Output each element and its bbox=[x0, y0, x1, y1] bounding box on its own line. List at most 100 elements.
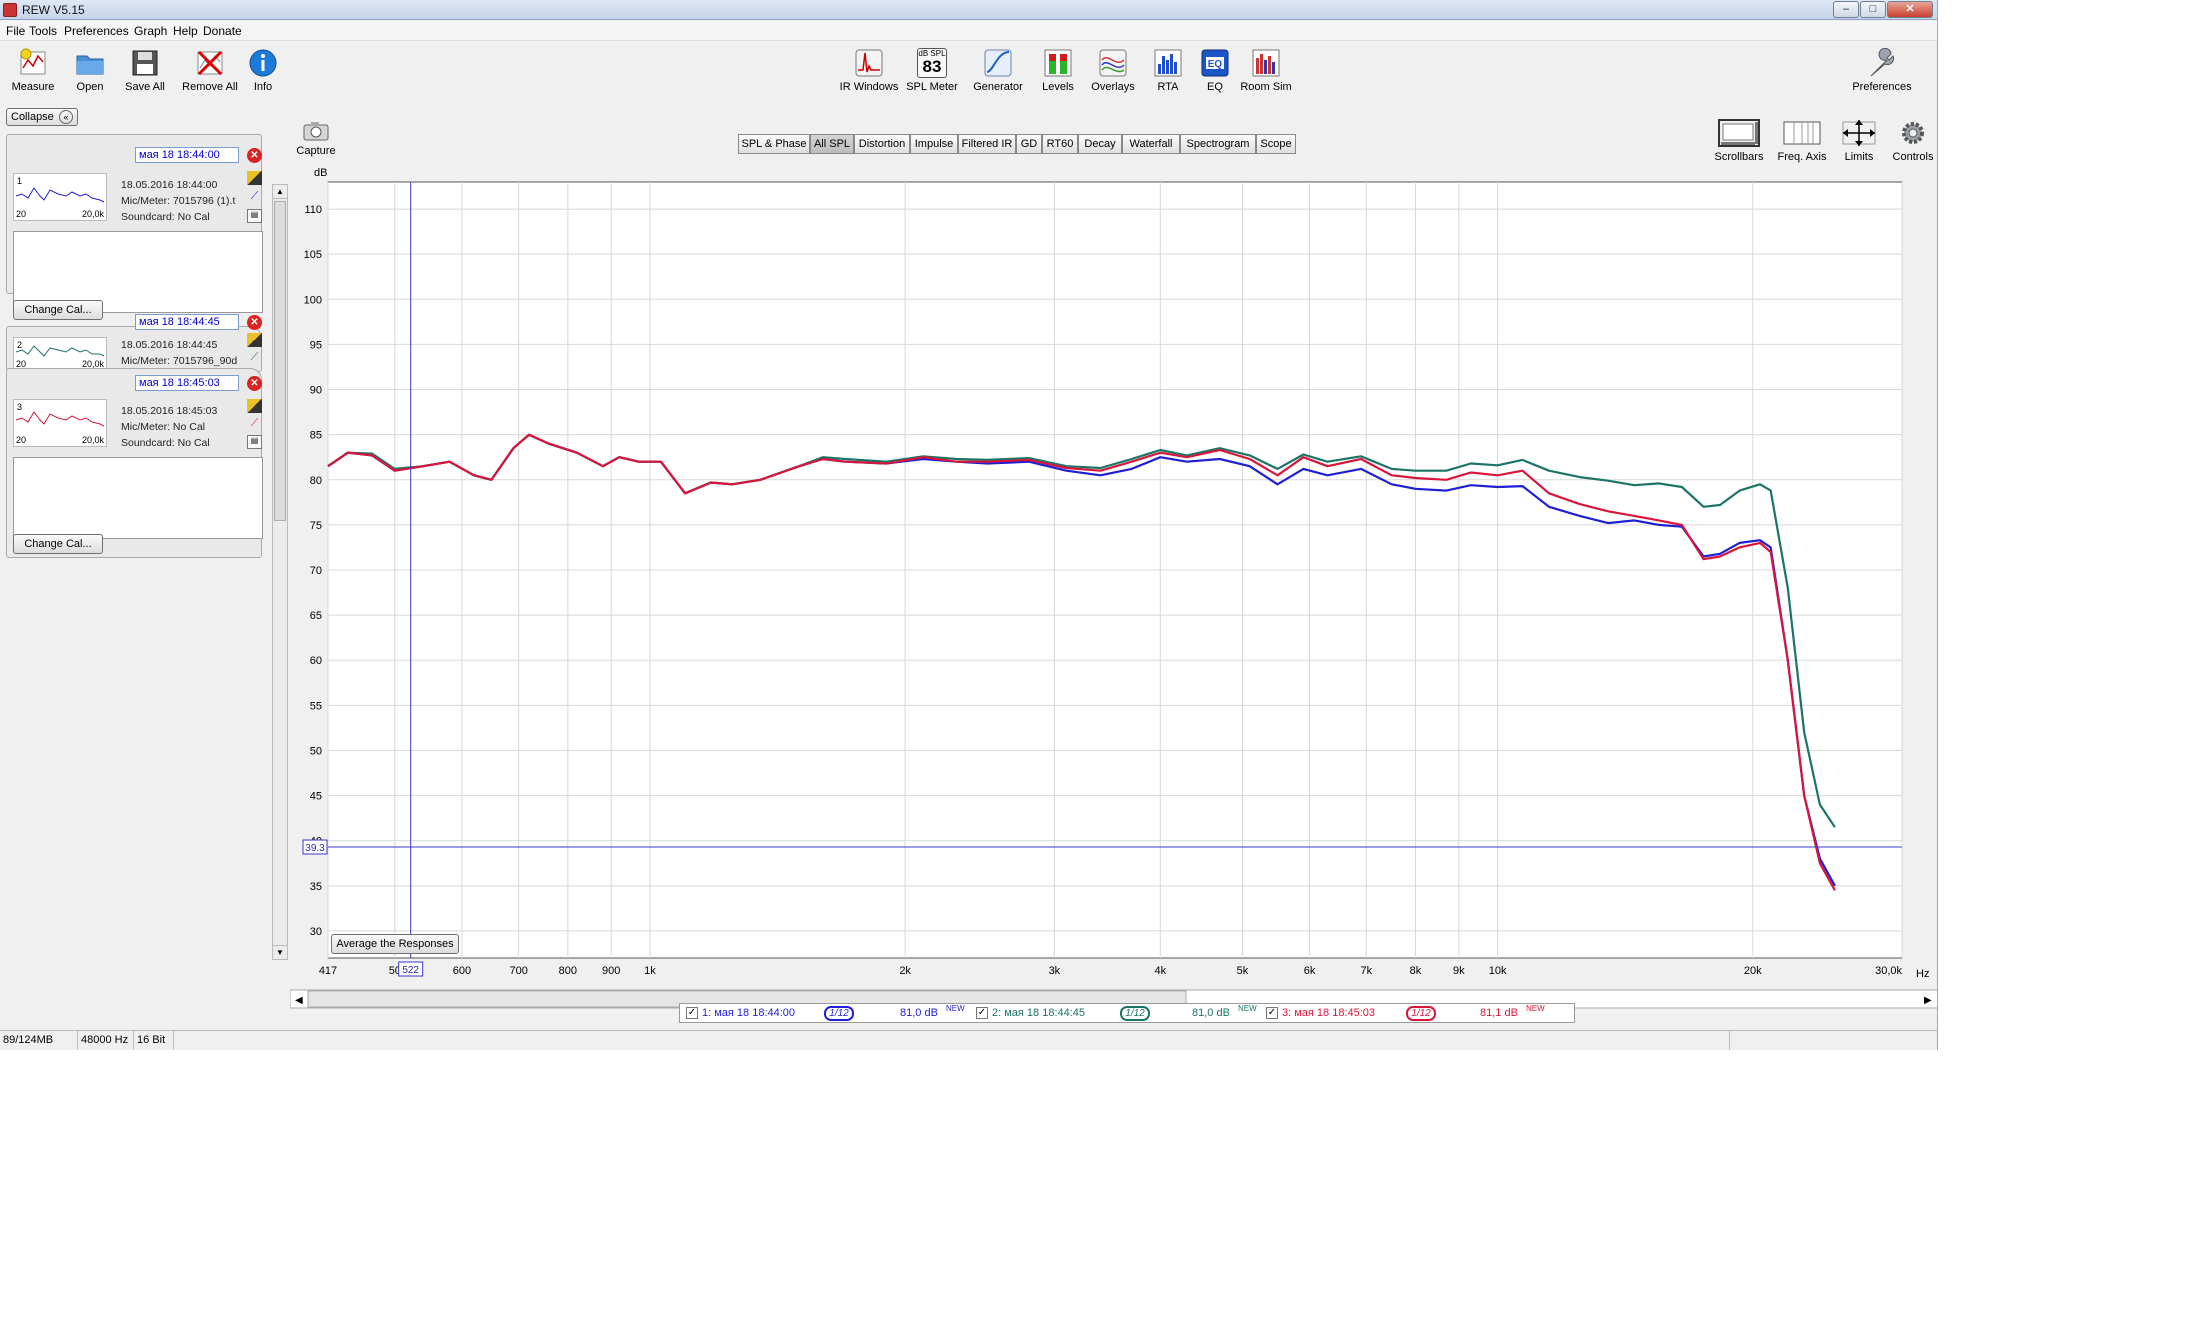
measurement-notes[interactable] bbox=[13, 457, 263, 539]
measurement-index: 3 bbox=[17, 402, 23, 412]
eq-label: EQ bbox=[1207, 81, 1223, 93]
tab-decay[interactable]: Decay bbox=[1078, 134, 1122, 154]
overlays-label: Overlays bbox=[1091, 81, 1135, 93]
lock-icon[interactable] bbox=[247, 171, 262, 185]
microphone-icon bbox=[20, 48, 46, 75]
measurement-name-input[interactable]: мая 18 18:44:00 bbox=[135, 147, 239, 163]
folder-icon bbox=[76, 55, 104, 75]
room-sim-button[interactable]: Room Sim bbox=[1238, 48, 1294, 93]
scroll-left-icon[interactable]: ◀ bbox=[295, 995, 303, 1006]
main-toolbar: Measure Open Save All Remove All Info IR… bbox=[0, 42, 1937, 102]
measure-button[interactable]: Measure bbox=[8, 48, 58, 93]
controls-button[interactable]: Controls bbox=[1890, 118, 1936, 163]
delete-measurement-icon[interactable]: ✕ bbox=[247, 315, 262, 330]
save-all-button[interactable]: Save All bbox=[120, 48, 170, 93]
y-axis: 3035404550556065707580859095100105110 bbox=[304, 204, 322, 938]
scroll-down-icon[interactable]: ▼ bbox=[273, 945, 287, 959]
close-button[interactable]: ✕ bbox=[1887, 1, 1933, 18]
eq-button[interactable]: EQ EQ bbox=[1200, 48, 1230, 93]
trace-color-icon[interactable]: ⟋ bbox=[247, 351, 262, 365]
x-tick-label: 30,0k bbox=[1875, 965, 1902, 977]
notes-icon[interactable]: ▤ bbox=[247, 209, 262, 223]
measurement-panel-2[interactable]: мая 18 18:44:45 ✕ 2 20 20,0k 18.05.2016 … bbox=[6, 314, 262, 372]
minimize-button[interactable]: – bbox=[1833, 1, 1859, 18]
smoothing-1-button[interactable]: 1/12 bbox=[824, 1006, 854, 1021]
scroll-right-icon[interactable]: ▶ bbox=[1924, 995, 1932, 1006]
lock-icon[interactable] bbox=[247, 399, 262, 413]
tab-rt60[interactable]: RT60 bbox=[1042, 134, 1078, 154]
measurement-panel-3[interactable]: мая 18 18:45:03 ✕ 3 20 20,0k 18.05.2016 … bbox=[6, 368, 263, 558]
freq-axis-button[interactable]: Freq. Axis bbox=[1776, 118, 1828, 163]
measurement-name-input[interactable]: мая 18 18:44:45 bbox=[135, 314, 239, 330]
measurement-thumbnail[interactable]: 1 20 20,0k bbox=[13, 173, 107, 221]
menu-help[interactable]: Help bbox=[173, 24, 198, 38]
change-cal-button-1[interactable]: Change Cal... bbox=[13, 300, 103, 320]
bit-depth-status: 16 Bit bbox=[134, 1031, 174, 1050]
overlays-icon bbox=[1099, 49, 1127, 77]
notes-icon[interactable]: ▤ bbox=[247, 435, 262, 449]
scroll-up-icon[interactable]: ▲ bbox=[273, 185, 287, 199]
menu-file[interactable]: File bbox=[6, 24, 25, 38]
change-cal-button-3[interactable]: Change Cal... bbox=[13, 534, 103, 554]
measurement-thumbnail[interactable]: 2 20 20,0k bbox=[13, 337, 107, 371]
smoothing-2-button[interactable]: 1/12 bbox=[1120, 1006, 1150, 1021]
tab-filtered-ir[interactable]: Filtered IR bbox=[958, 134, 1016, 154]
open-button[interactable]: Open bbox=[68, 48, 112, 93]
series-1-checkbox[interactable]: ✓ bbox=[686, 1007, 698, 1019]
tab-spectrogram[interactable]: Spectrogram bbox=[1180, 134, 1256, 154]
lock-icon[interactable] bbox=[247, 333, 262, 347]
capture-button[interactable]: Capture bbox=[296, 120, 336, 157]
scrollbars-button[interactable]: Scrollbars bbox=[1712, 118, 1766, 163]
series-2-checkbox[interactable]: ✓ bbox=[976, 1007, 988, 1019]
tab-waterfall[interactable]: Waterfall bbox=[1122, 134, 1180, 154]
average-responses-button[interactable]: Average the Responses bbox=[331, 934, 459, 954]
panel-scrollbar[interactable]: ▲ ▼ bbox=[272, 184, 288, 960]
tab-spl-phase[interactable]: SPL & Phase bbox=[738, 134, 810, 154]
y-tick-label: 50 bbox=[310, 745, 322, 757]
tab-all-spl[interactable]: All SPL bbox=[810, 134, 854, 154]
measurement-thumbnail[interactable]: 3 20 20,0k bbox=[13, 399, 107, 447]
measurement-panel-1[interactable]: мая 18 18:44:00 ✕ 1 20 20,0k 18.05.2016 … bbox=[6, 134, 263, 313]
trace-color-icon[interactable]: ⟋ bbox=[247, 417, 262, 431]
rta-button[interactable]: RTA bbox=[1150, 48, 1186, 93]
legend-label-3: 3: мая 18 18:45:03 bbox=[1282, 1007, 1376, 1019]
tab-distortion[interactable]: Distortion bbox=[854, 134, 910, 154]
overlays-button[interactable]: Overlays bbox=[1088, 48, 1138, 93]
delete-measurement-icon[interactable]: ✕ bbox=[247, 148, 262, 163]
preferences-button[interactable]: Preferences bbox=[1850, 48, 1914, 93]
generator-button[interactable]: Generator bbox=[970, 48, 1026, 93]
x-tick-label: 700 bbox=[510, 965, 528, 977]
menu-donate[interactable]: Donate bbox=[203, 24, 242, 38]
measurement-soundcard: Soundcard: No Cal bbox=[121, 211, 210, 223]
remove-all-button[interactable]: Remove All bbox=[178, 48, 242, 93]
ir-windows-button[interactable]: IR Windows bbox=[838, 48, 900, 93]
app-icon bbox=[3, 3, 17, 17]
collapse-button[interactable]: Collapse « bbox=[6, 108, 78, 126]
measurement-mic: Mic/Meter: 7015796 (1).t bbox=[121, 195, 236, 207]
spl-chart[interactable]: 3035404550556065707580859095100105110 41… bbox=[289, 160, 1938, 1030]
tab-scope[interactable]: Scope bbox=[1256, 134, 1296, 154]
scroll-thumb[interactable] bbox=[274, 201, 286, 521]
x-tick-label: 600 bbox=[453, 965, 471, 977]
trace-color-icon[interactable]: ⟋ bbox=[247, 190, 262, 204]
menu-tools[interactable]: Tools bbox=[29, 24, 57, 38]
menu-graph[interactable]: Graph bbox=[134, 24, 167, 38]
tab-impulse[interactable]: Impulse bbox=[910, 134, 958, 154]
x-tick-label: 5k bbox=[1237, 965, 1249, 977]
info-button[interactable]: Info bbox=[248, 48, 278, 93]
menu-preferences[interactable]: Preferences bbox=[64, 24, 129, 38]
series-3-checkbox[interactable]: ✓ bbox=[1266, 1007, 1278, 1019]
maximize-button[interactable]: □ bbox=[1860, 1, 1886, 18]
limits-button[interactable]: Limits bbox=[1836, 118, 1882, 163]
room-sim-icon bbox=[1252, 49, 1280, 77]
delete-measurement-icon[interactable]: ✕ bbox=[247, 376, 262, 391]
measurement-index: 1 bbox=[17, 176, 23, 186]
spl-meter-button[interactable]: dB SPL 83 SPL Meter bbox=[904, 48, 960, 93]
measurement-mic: Mic/Meter: 7015796_90d bbox=[121, 355, 238, 367]
smoothing-3-button[interactable]: 1/12 bbox=[1406, 1006, 1436, 1021]
measurement-name-input[interactable]: мая 18 18:45:03 bbox=[135, 375, 239, 391]
tab-gd[interactable]: GD bbox=[1016, 134, 1042, 154]
cursor-x-readout: 522 bbox=[402, 965, 419, 976]
levels-button[interactable]: Levels bbox=[1038, 48, 1078, 93]
y-tick-label: 95 bbox=[310, 339, 322, 351]
